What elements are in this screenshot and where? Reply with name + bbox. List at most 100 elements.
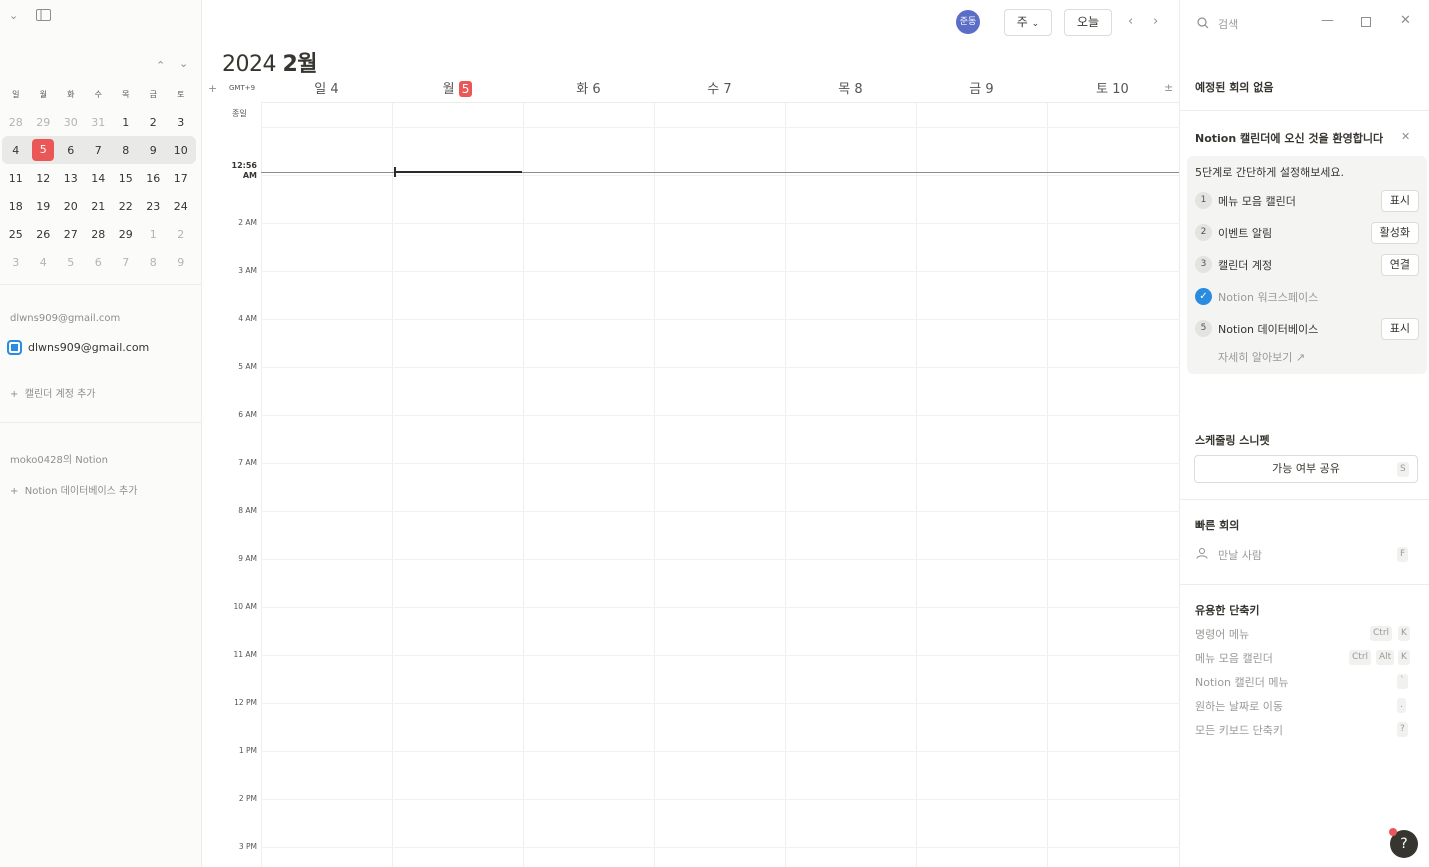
external-link-icon: ↗ [1295, 351, 1306, 364]
day-header-today[interactable]: 월 5 [392, 78, 523, 97]
hour-line [261, 223, 1179, 224]
chevron-up-icon[interactable]: ⌃ [156, 60, 165, 72]
mini-day[interactable]: 1 [112, 116, 140, 129]
mini-day[interactable]: 27 [57, 228, 85, 241]
checkbox-icon[interactable] [7, 340, 22, 355]
mini-day[interactable]: 26 [30, 228, 58, 241]
add-notion-database-button[interactable]: + Notion 데이터베이스 추가 [10, 482, 137, 497]
chevron-down-icon[interactable]: ⌄ [9, 10, 18, 22]
mini-day[interactable]: 1 [140, 228, 168, 241]
minimize-icon[interactable]: — [1321, 14, 1334, 27]
mini-day[interactable]: 12 [30, 172, 58, 185]
mini-day[interactable]: 29 [112, 228, 140, 241]
mini-calendar-week: 18 19 20 21 22 23 24 [2, 192, 196, 220]
day-header[interactable]: 목 8 [785, 78, 916, 97]
mini-day[interactable]: 11 [2, 172, 30, 185]
divider [0, 284, 202, 285]
mini-day[interactable]: 4 [2, 144, 30, 157]
mini-day[interactable]: 28 [85, 228, 113, 241]
hour-line [261, 415, 1179, 416]
enable-notifications-button[interactable]: 활성화 [1370, 222, 1419, 244]
day-header[interactable]: 화 6 [523, 78, 654, 97]
mini-day[interactable]: 19 [30, 200, 58, 213]
mini-day[interactable]: 28 [2, 116, 30, 129]
mini-day[interactable]: 6 [57, 144, 85, 157]
mini-day[interactable]: 8 [112, 144, 140, 157]
add-notion-database-label: Notion 데이터베이스 추가 [24, 486, 138, 497]
setup-intro: 5단계로 간단하게 설정해보세요. [1195, 166, 1345, 179]
mini-day[interactable]: 23 [140, 200, 168, 213]
calendar-toggle[interactable]: dlwns909@gmail.com [7, 340, 149, 355]
mini-day[interactable]: 3 [2, 256, 30, 269]
day-header[interactable]: 일 4 [261, 78, 392, 97]
mini-day[interactable]: 24 [167, 200, 195, 213]
mini-day[interactable]: 10 [167, 144, 195, 157]
mini-day[interactable]: 7 [112, 256, 140, 269]
mini-day[interactable]: 25 [2, 228, 30, 241]
all-day-divider [261, 127, 1179, 128]
mini-day[interactable]: 2 [140, 116, 168, 129]
check-icon: ✓ [1195, 288, 1212, 305]
mini-day[interactable]: 21 [85, 200, 113, 213]
day-header[interactable]: 토 10 [1047, 78, 1178, 97]
show-notion-database-button[interactable]: 표시 [1380, 318, 1419, 340]
avatar[interactable]: 준동 [956, 10, 980, 34]
mini-day[interactable]: 14 [85, 172, 113, 185]
calendar-main: 2024 2월 준동 주 ⌄ 오늘 ‹ › + GMT+9 일 4 월 5 화 … [202, 0, 1179, 867]
maximize-icon[interactable] [1361, 17, 1371, 30]
time-grid[interactable] [261, 102, 1179, 867]
hour-line [261, 175, 1179, 176]
mini-day[interactable]: 3 [167, 116, 195, 129]
day-of-week: 금 [969, 82, 982, 97]
mini-day[interactable]: 22 [112, 200, 140, 213]
hour-line [261, 655, 1179, 656]
mini-day[interactable]: 31 [85, 116, 113, 129]
mini-day[interactable]: 5 [57, 256, 85, 269]
view-select[interactable]: 주 ⌄ [1004, 9, 1052, 36]
mini-day[interactable]: 6 [85, 256, 113, 269]
add-calendar-account-button[interactable]: + 캘린더 계정 추가 [10, 385, 96, 400]
learn-more-link[interactable]: 자세히 알아보기 ↗ [1218, 349, 1305, 365]
step-label: 캘린더 계정 [1218, 258, 1273, 272]
share-availability-button[interactable]: 가능 여부 공유 [1194, 455, 1418, 483]
show-menubar-calendar-button[interactable]: 표시 [1380, 190, 1419, 212]
chevron-right-icon[interactable]: › [1153, 14, 1158, 29]
close-icon[interactable]: ✕ [1400, 14, 1411, 27]
shortcut-key: Alt [1376, 650, 1395, 665]
mini-day[interactable]: 16 [140, 172, 168, 185]
hour-line [261, 799, 1179, 800]
scheduling-title: 스케줄링 스니펫 [1195, 434, 1270, 447]
learn-more-label: 자세히 알아보기 [1218, 351, 1293, 364]
current-time-today-line [395, 171, 522, 173]
mini-day[interactable]: 9 [167, 256, 195, 269]
mini-day[interactable]: 4 [30, 256, 58, 269]
close-icon[interactable]: ✕ [1401, 131, 1410, 143]
mini-day[interactable]: 8 [140, 256, 168, 269]
search-input[interactable]: 검색 [1218, 16, 1238, 32]
expand-icon[interactable]: ± [1164, 82, 1173, 94]
mini-day[interactable]: 17 [167, 172, 195, 185]
mini-day[interactable]: 13 [57, 172, 85, 185]
mini-day[interactable]: 2 [167, 228, 195, 241]
weekday-label: 금 [149, 89, 157, 99]
hour-label: 9 AM [238, 554, 257, 563]
mini-day-today[interactable]: 5 [30, 139, 58, 161]
mini-day[interactable]: 7 [85, 144, 113, 157]
chevron-left-icon[interactable]: ‹ [1128, 14, 1133, 29]
mini-day[interactable]: 30 [57, 116, 85, 129]
mini-day[interactable]: 15 [112, 172, 140, 185]
mini-day[interactable]: 9 [140, 144, 168, 157]
day-of-week: 화 [576, 82, 589, 97]
day-header[interactable]: 금 9 [916, 78, 1047, 97]
shortcut-key: . [1397, 698, 1406, 713]
mini-day[interactable]: 20 [57, 200, 85, 213]
meet-person-input[interactable]: 만날 사람 [1218, 547, 1262, 563]
mini-day[interactable]: 18 [2, 200, 30, 213]
day-header[interactable]: 수 7 [654, 78, 785, 97]
chevron-down-icon[interactable]: ⌄ [179, 58, 188, 70]
column-divider [916, 103, 917, 867]
sidebar-toggle-icon[interactable] [36, 9, 51, 24]
today-button[interactable]: 오늘 [1064, 9, 1112, 36]
connect-calendar-account-button[interactable]: 연결 [1380, 254, 1419, 276]
mini-day[interactable]: 29 [30, 116, 58, 129]
